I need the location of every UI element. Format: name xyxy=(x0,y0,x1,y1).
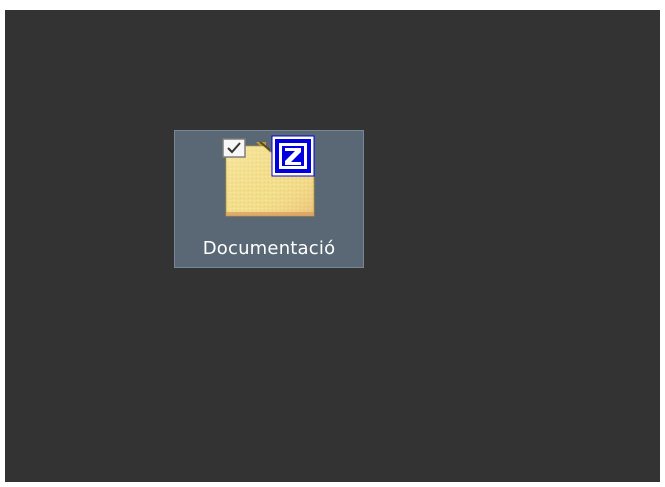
z-badge-icon xyxy=(271,135,315,177)
screen: Documentació xyxy=(0,0,665,487)
checkbox-icon[interactable] xyxy=(222,138,246,158)
desktop-icon-documentacio[interactable]: Documentació xyxy=(174,130,364,268)
desktop-background[interactable]: Documentació xyxy=(5,10,660,482)
desktop-icon-label: Documentació xyxy=(202,238,336,259)
